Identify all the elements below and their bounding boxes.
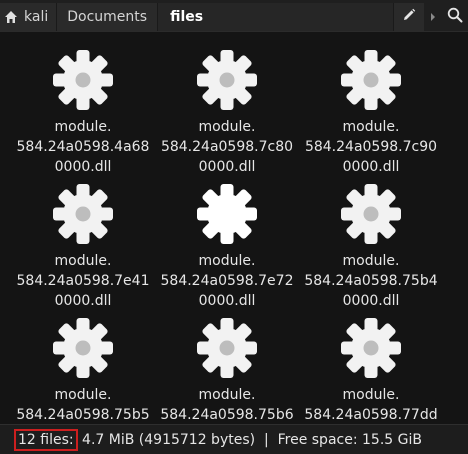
- chevron-right-icon: [429, 7, 437, 26]
- file-name-line: 584.24a0598.7c80: [160, 139, 294, 155]
- file-grid: module. 584.24a0598.4a68 0000.dll module…: [0, 32, 468, 424]
- breadcrumb-kali[interactable]: kali: [0, 2, 58, 31]
- status-details: 4.7 MiB (4915712 bytes) | Free space: 15…: [77, 431, 422, 448]
- gear-icon: [192, 179, 262, 249]
- file-name-line: 584.24a0598.7e41: [16, 273, 150, 289]
- pencil-icon: [402, 7, 416, 26]
- file-name-line: 584.24a0598.75b5: [16, 407, 150, 423]
- file-item[interactable]: module. 584.24a0598.7c90 0000.dll: [301, 45, 441, 177]
- file-item[interactable]: module. 584.24a0598.75b4 0000.dll: [301, 179, 441, 311]
- gear-icon: [192, 313, 262, 383]
- file-item[interactable]: module. 584.24a0598.75b6: [157, 313, 297, 424]
- file-name-line: 0000.dll: [198, 293, 256, 309]
- file-item[interactable]: module. 584.24a0598.4a68 0000.dll: [13, 45, 153, 177]
- file-name-line: module.: [198, 253, 256, 269]
- file-name-line: 0000.dll: [198, 159, 256, 175]
- file-name-line: module.: [54, 253, 112, 269]
- file-name-line: 584.24a0598.77dd: [304, 407, 438, 423]
- file-name-line: module.: [342, 119, 400, 135]
- file-item[interactable]: module. 584.24a0598.75b5: [13, 313, 153, 424]
- path-bar: kali Documents files: [0, 0, 468, 32]
- breadcrumb-documents[interactable]: Documents: [57, 2, 159, 31]
- gear-icon: [336, 45, 406, 115]
- gear-icon: [192, 45, 262, 115]
- file-name-line: module.: [342, 253, 400, 269]
- file-item[interactable]: module. 584.24a0598.7c80 0000.dll: [157, 45, 297, 177]
- file-item[interactable]: module. 584.24a0598.7e72 0000.dll: [157, 179, 297, 311]
- search-button[interactable]: [442, 2, 468, 31]
- gear-icon: [336, 313, 406, 383]
- file-name-line: 584.24a0598.75b4: [304, 273, 438, 289]
- file-name-line: module.: [54, 387, 112, 403]
- search-icon: [447, 7, 463, 27]
- file-name-line: 0000.dll: [54, 159, 112, 175]
- file-name-line: 0000.dll: [54, 293, 112, 309]
- path-forward-button[interactable]: [424, 2, 442, 31]
- status-bar: 12 files: 4.7 MiB (4915712 bytes) | Free…: [0, 424, 468, 454]
- breadcrumb-label: kali: [24, 8, 49, 25]
- edit-location-button[interactable]: [394, 2, 424, 31]
- file-name-line: 0000.dll: [342, 293, 400, 309]
- file-name-line: 0000.dll: [342, 159, 400, 175]
- gear-icon: [48, 313, 118, 383]
- file-item[interactable]: module. 584.24a0598.77dd: [301, 313, 441, 424]
- file-name-line: module.: [342, 387, 400, 403]
- file-item[interactable]: module. 584.24a0598.7e41 0000.dll: [13, 179, 153, 311]
- file-name-line: 584.24a0598.7c90: [304, 139, 438, 155]
- breadcrumb-label: files: [170, 8, 204, 25]
- file-name-line: 584.24a0598.4a68: [16, 139, 150, 155]
- gear-icon: [48, 45, 118, 115]
- file-name-line: 584.24a0598.7e72: [160, 273, 294, 289]
- file-name-line: module.: [54, 119, 112, 135]
- file-name-line: module.: [198, 119, 256, 135]
- file-count: 12 files:: [14, 428, 78, 451]
- breadcrumb-label: Documents: [67, 8, 148, 25]
- file-name-line: module.: [198, 387, 256, 403]
- breadcrumb-files[interactable]: files: [158, 2, 394, 31]
- home-icon: [4, 10, 18, 24]
- gear-icon: [336, 179, 406, 249]
- file-name-line: 584.24a0598.75b6: [160, 407, 294, 423]
- gear-icon: [48, 179, 118, 249]
